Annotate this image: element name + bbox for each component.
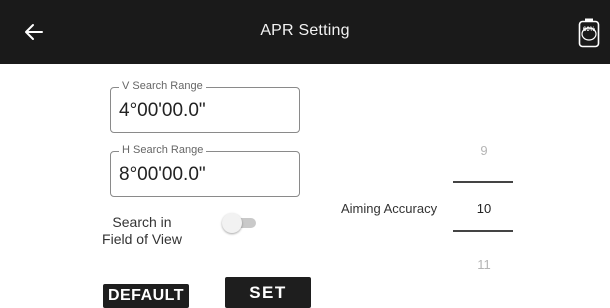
picker-divider-top <box>453 181 513 183</box>
search-in-fov-toggle[interactable] <box>222 213 258 233</box>
picker-divider-bottom <box>453 230 513 232</box>
search-in-fov-line2: Field of View <box>102 231 182 247</box>
h-search-range-field[interactable]: H Search Range 8°00'00.0" <box>110 144 300 197</box>
toggle-knob <box>222 213 242 233</box>
h-search-range-label: H Search Range <box>119 144 207 156</box>
aiming-accuracy-label: Aiming Accuracy <box>341 201 438 216</box>
default-button[interactable]: DEFAULT <box>103 284 189 308</box>
v-search-range-field[interactable]: V Search Range 4°00'00.0" <box>110 80 300 133</box>
battery-indicator: 60% <box>578 18 600 48</box>
v-search-range-label: V Search Range <box>119 80 206 92</box>
h-search-range-value[interactable]: 8°00'00.0" <box>119 164 206 186</box>
app-header: APR Setting 60% <box>0 0 610 64</box>
search-in-fov-line1: Search in <box>112 214 172 230</box>
battery-percent: 60% <box>582 27 595 33</box>
picker-option-next[interactable]: 11 <box>453 257 515 272</box>
search-in-fov-label: Search in Field of View <box>82 214 202 248</box>
picker-option-selected[interactable]: 10 <box>453 201 515 216</box>
battery-icon <box>578 18 600 48</box>
set-button[interactable]: SET <box>225 277 311 308</box>
picker-option-prev[interactable]: 9 <box>453 143 515 158</box>
page-title: APR Setting <box>260 22 350 39</box>
v-search-range-value[interactable]: 4°00'00.0" <box>119 100 206 122</box>
